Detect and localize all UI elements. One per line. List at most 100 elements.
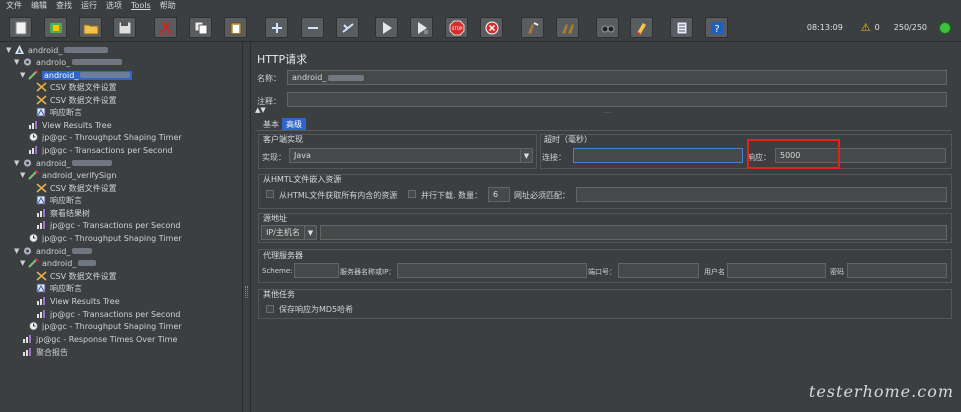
source-address-input[interactable] (320, 225, 947, 240)
threadgroup-icon (22, 246, 33, 256)
tree-node[interactable]: ▼ android_ (20, 69, 133, 81)
tab-basic[interactable]: 基本 (259, 118, 283, 130)
tree-node-label: CSV 数据文件设置 (50, 95, 117, 105)
url-match-input[interactable] (576, 187, 947, 202)
name-field[interactable]: android_ (287, 70, 947, 85)
menu-help[interactable]: 帮助 (160, 0, 176, 11)
tree-node[interactable]: CSV 数据文件设置 (28, 182, 117, 194)
search-icon[interactable] (596, 17, 619, 38)
expand-icon[interactable] (265, 17, 288, 38)
tree-node[interactable]: jp@gc - Response Times Over Time (14, 333, 177, 345)
expand-toggle-icon[interactable]: ▼ (14, 247, 22, 255)
splitter-grip[interactable] (245, 286, 248, 298)
embedded-resources-title: 从HMTL文件嵌入资源 (263, 175, 342, 184)
copy-icon[interactable] (189, 17, 212, 38)
start-icon[interactable] (375, 17, 398, 38)
menu-tools[interactable]: Tools (131, 1, 151, 10)
http-request-panel: HTTP请求 名称： android_ 注释： ▲▼ ..... 基本 高级 客… (251, 42, 961, 412)
menu-search[interactable]: 查找 (56, 0, 72, 11)
redacted-text (78, 260, 97, 266)
collapse-arrows-icon[interactable]: ▲▼ (255, 106, 266, 114)
expand-toggle-icon[interactable]: ▼ (14, 58, 22, 66)
chevron-down-icon[interactable]: ▼ (520, 149, 532, 162)
tree-node[interactable]: ▼ android_ (14, 245, 93, 257)
open-icon[interactable] (79, 17, 102, 38)
tree-node[interactable]: ▼ android_ (14, 157, 113, 169)
md5-checkbox[interactable] (266, 305, 274, 313)
tree-node[interactable]: jp@gc - Throughput Shaping Timer (20, 232, 182, 244)
tree-node[interactable]: CSV 数据文件设置 (28, 81, 117, 93)
expand-toggle-icon[interactable]: ▼ (20, 71, 28, 79)
scheme-input[interactable] (294, 263, 339, 278)
toggle-icon[interactable] (336, 17, 359, 38)
tree-node[interactable]: jp@gc - Transactions per Second (28, 308, 181, 320)
listener-icon (22, 347, 33, 357)
tree-node[interactable]: 聚合报告 (14, 346, 68, 358)
tree-node[interactable]: jp@gc - Transactions per Second (20, 144, 173, 156)
other-tasks-title: 其他任务 (263, 290, 295, 299)
tree-node[interactable]: 响应断言 (28, 194, 82, 206)
collapse-icon[interactable] (301, 17, 324, 38)
tree-node[interactable]: View Results Tree (20, 119, 112, 131)
retrieve-all-checkbox[interactable] (266, 190, 274, 198)
function-helper-icon[interactable] (670, 17, 693, 38)
tree-node[interactable]: ▼ android_verifySign (20, 169, 116, 181)
tree-node[interactable]: jp@gc - Transactions per Second (28, 219, 181, 231)
cut-icon[interactable] (154, 17, 177, 38)
proxy-host-input[interactable] (397, 263, 587, 278)
menu-edit[interactable]: 编辑 (31, 0, 47, 11)
chevron-down-icon[interactable]: ▼ (304, 226, 316, 239)
reset-search-icon[interactable] (630, 17, 653, 38)
comment-field[interactable] (287, 92, 947, 107)
tab-advanced[interactable]: 高级 (282, 118, 306, 130)
timeout-title: 超时（毫秒） (544, 135, 592, 144)
start-no-pause-icon[interactable] (410, 17, 433, 38)
tree-node[interactable]: jp@gc - Throughput Shaping Timer (20, 131, 182, 143)
parallel-download-checkbox[interactable] (408, 190, 416, 198)
expand-toggle-icon[interactable]: ▼ (20, 171, 28, 179)
new-icon[interactable] (9, 17, 32, 38)
tree-node[interactable]: 响应断言 (28, 282, 82, 294)
svg-text:?: ? (714, 24, 719, 35)
stop-icon[interactable]: STOP (445, 17, 468, 38)
tree-node-label: jp@gc - Response Times Over Time (36, 334, 178, 344)
save-icon[interactable] (113, 17, 136, 38)
proxy-password-input[interactable] (847, 263, 947, 278)
tree-node[interactable]: ▼ androlo_ (14, 56, 123, 68)
svg-text:STOP: STOP (451, 26, 462, 31)
expand-toggle-icon[interactable]: ▼ (14, 159, 22, 167)
tree-node[interactable]: CSV 数据文件设置 (28, 94, 117, 106)
proxy-port-input[interactable] (618, 263, 699, 278)
tree-node[interactable]: jp@gc - Throughput Shaping Timer (20, 320, 182, 332)
help-icon[interactable]: ? (705, 17, 728, 38)
menu-file[interactable]: 文件 (6, 0, 22, 11)
tree-node[interactable]: View Results Tree (28, 295, 120, 307)
listener-icon (36, 309, 47, 319)
clear-icon[interactable] (521, 17, 544, 38)
proxy-username-input[interactable] (727, 263, 826, 278)
toolbar: STOP ? 08:13:09 ⚠ 0 250/250 (0, 11, 961, 42)
tree-node[interactable]: CSV 数据文件设置 (28, 270, 117, 282)
tree-node-label: android_ (42, 70, 133, 80)
test-plan-tree[interactable]: ▼ android_ ▼ androlo_ ▼ android_ CSV 数据文件设置 CSV… (0, 42, 243, 412)
tree-node[interactable]: ▼ android_ (6, 44, 109, 56)
connect-timeout-input[interactable] (573, 148, 743, 163)
templates-icon[interactable] (44, 17, 67, 38)
expand-toggle-icon[interactable]: ▼ (6, 46, 14, 54)
expand-toggle-icon[interactable]: ▼ (20, 259, 28, 267)
ip-type-select[interactable]: IP/主机名 ▼ (261, 225, 317, 240)
impl-select[interactable]: Java ▼ (289, 148, 533, 163)
redacted-text (72, 59, 123, 65)
paste-icon[interactable] (224, 17, 247, 38)
tree-node[interactable]: ▼ android_ (20, 257, 97, 269)
divider-grip[interactable]: ..... (603, 108, 613, 115)
timer-icon (28, 321, 39, 331)
shutdown-icon[interactable] (480, 17, 503, 38)
tree-node[interactable]: 响应断言 (28, 106, 82, 118)
clear-all-icon[interactable] (556, 17, 579, 38)
menu-options[interactable]: 选项 (106, 0, 122, 11)
parallel-count-input[interactable]: 6 (488, 187, 510, 202)
tree-node[interactable]: 察看结果树 (28, 207, 90, 219)
menu-run[interactable]: 运行 (81, 0, 97, 11)
splitter[interactable] (243, 42, 251, 412)
